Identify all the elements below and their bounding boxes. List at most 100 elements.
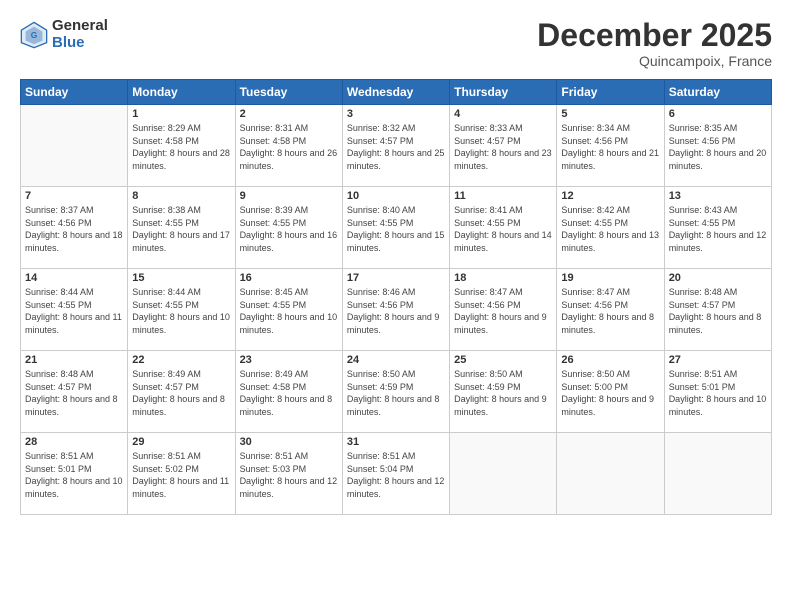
calendar-cell <box>450 433 557 515</box>
day-number: 30 <box>240 436 338 448</box>
day-info: Sunrise: 8:39 AMSunset: 4:55 PMDaylight:… <box>240 204 338 254</box>
day-number: 3 <box>347 108 445 120</box>
calendar-cell: 7 Sunrise: 8:37 AMSunset: 4:56 PMDaylight… <box>21 187 128 269</box>
day-info: Sunrise: 8:33 AMSunset: 4:57 PMDaylight:… <box>454 122 552 172</box>
day-info: Sunrise: 8:51 AMSunset: 5:03 PMDaylight:… <box>240 450 338 500</box>
day-number: 1 <box>132 108 230 120</box>
day-number: 2 <box>240 108 338 120</box>
day-number: 9 <box>240 190 338 202</box>
calendar-cell: 13 Sunrise: 8:43 AMSunset: 4:55 PMDayligh… <box>664 187 771 269</box>
day-info: Sunrise: 8:46 AMSunset: 4:56 PMDaylight:… <box>347 286 445 336</box>
calendar-cell: 29Sunrise: 8:51 AMSunset: 5:02 PMDayligh… <box>128 433 235 515</box>
day-info: Sunrise: 8:29 AMSunset: 4:58 PMDaylight:… <box>132 122 230 172</box>
calendar-cell: 18 Sunrise: 8:47 AMSunset: 4:56 PMDayligh… <box>450 269 557 351</box>
day-info: Sunrise: 8:47 AMSunset: 4:56 PMDaylight:… <box>561 286 659 336</box>
calendar-week-row: 21 Sunrise: 8:48 AMSunset: 4:57 PMDayligh… <box>21 351 772 433</box>
day-info: Sunrise: 8:51 AMSunset: 5:01 PMDaylight:… <box>669 368 767 418</box>
calendar-week-row: 14Sunrise: 8:44 AMSunset: 4:55 PMDayligh… <box>21 269 772 351</box>
day-number: 31 <box>347 436 445 448</box>
calendar-cell: 10Sunrise: 8:40 AMSunset: 4:55 PMDayligh… <box>342 187 449 269</box>
calendar-cell: 2 Sunrise: 8:31 AMSunset: 4:58 PMDaylight… <box>235 105 342 187</box>
weekday-header: Thursday <box>450 80 557 105</box>
day-number: 24 <box>347 354 445 366</box>
weekday-header: Saturday <box>664 80 771 105</box>
day-info: Sunrise: 8:38 AMSunset: 4:55 PMDaylight:… <box>132 204 230 254</box>
day-number: 7 <box>25 190 123 202</box>
weekday-row: SundayMondayTuesdayWednesdayThursdayFrid… <box>21 80 772 105</box>
page: G General Blue December 2025 Quincampoix… <box>0 0 792 612</box>
calendar-cell: 16Sunrise: 8:45 AMSunset: 4:55 PMDayligh… <box>235 269 342 351</box>
calendar-cell: 31 Sunrise: 8:51 AMSunset: 5:04 PMDayligh… <box>342 433 449 515</box>
day-info: Sunrise: 8:40 AMSunset: 4:55 PMDaylight:… <box>347 204 445 254</box>
calendar-cell: 9 Sunrise: 8:39 AMSunset: 4:55 PMDaylight… <box>235 187 342 269</box>
calendar-cell: 17 Sunrise: 8:46 AMSunset: 4:56 PMDayligh… <box>342 269 449 351</box>
day-number: 25 <box>454 354 552 366</box>
calendar-cell <box>21 105 128 187</box>
day-number: 21 <box>25 354 123 366</box>
calendar-cell <box>664 433 771 515</box>
weekday-header: Sunday <box>21 80 128 105</box>
calendar-cell: 14Sunrise: 8:44 AMSunset: 4:55 PMDayligh… <box>21 269 128 351</box>
weekday-header: Wednesday <box>342 80 449 105</box>
calendar-cell: 3 Sunrise: 8:32 AMSunset: 4:57 PMDaylight… <box>342 105 449 187</box>
day-number: 4 <box>454 108 552 120</box>
header: G General Blue December 2025 Quincampoix… <box>20 18 772 69</box>
day-number: 29 <box>132 436 230 448</box>
calendar-cell: 8 Sunrise: 8:38 AMSunset: 4:55 PMDaylight… <box>128 187 235 269</box>
day-info: Sunrise: 8:45 AMSunset: 4:55 PMDaylight:… <box>240 286 338 336</box>
calendar-cell: 11Sunrise: 8:41 AMSunset: 4:55 PMDayligh… <box>450 187 557 269</box>
day-info: Sunrise: 8:44 AMSunset: 4:55 PMDaylight:… <box>25 286 123 336</box>
day-number: 13 <box>669 190 767 202</box>
calendar-header: SundayMondayTuesdayWednesdayThursdayFrid… <box>21 80 772 105</box>
weekday-header: Friday <box>557 80 664 105</box>
day-number: 27 <box>669 354 767 366</box>
day-number: 8 <box>132 190 230 202</box>
calendar-cell: 25Sunrise: 8:50 AMSunset: 4:59 PMDayligh… <box>450 351 557 433</box>
day-number: 15 <box>132 272 230 284</box>
calendar-cell <box>557 433 664 515</box>
calendar-week-row: 1 Sunrise: 8:29 AMSunset: 4:58 PMDaylight… <box>21 105 772 187</box>
day-number: 17 <box>347 272 445 284</box>
day-info: Sunrise: 8:47 AMSunset: 4:56 PMDaylight:… <box>454 286 552 336</box>
day-info: Sunrise: 8:51 AMSunset: 5:04 PMDaylight:… <box>347 450 445 500</box>
day-number: 6 <box>669 108 767 120</box>
month-title: December 2025 <box>537 18 772 53</box>
day-number: 20 <box>669 272 767 284</box>
day-info: Sunrise: 8:32 AMSunset: 4:57 PMDaylight:… <box>347 122 445 172</box>
calendar-cell: 22Sunrise: 8:49 AMSunset: 4:57 PMDayligh… <box>128 351 235 433</box>
day-number: 18 <box>454 272 552 284</box>
calendar-cell: 6 Sunrise: 8:35 AMSunset: 4:56 PMDaylight… <box>664 105 771 187</box>
day-info: Sunrise: 8:51 AMSunset: 5:01 PMDaylight:… <box>25 450 123 500</box>
day-info: Sunrise: 8:41 AMSunset: 4:55 PMDaylight:… <box>454 204 552 254</box>
calendar-cell: 28Sunrise: 8:51 AMSunset: 5:01 PMDayligh… <box>21 433 128 515</box>
day-number: 23 <box>240 354 338 366</box>
day-info: Sunrise: 8:31 AMSunset: 4:58 PMDaylight:… <box>240 122 338 172</box>
calendar-body: 1 Sunrise: 8:29 AMSunset: 4:58 PMDaylight… <box>21 105 772 515</box>
calendar-cell: 30 Sunrise: 8:51 AMSunset: 5:03 PMDayligh… <box>235 433 342 515</box>
day-info: Sunrise: 8:48 AMSunset: 4:57 PMDaylight:… <box>669 286 767 336</box>
calendar-cell: 1 Sunrise: 8:29 AMSunset: 4:58 PMDaylight… <box>128 105 235 187</box>
day-number: 26 <box>561 354 659 366</box>
day-info: Sunrise: 8:42 AMSunset: 4:55 PMDaylight:… <box>561 204 659 254</box>
day-number: 12 <box>561 190 659 202</box>
calendar-cell: 15 Sunrise: 8:44 AMSunset: 4:55 PMDayligh… <box>128 269 235 351</box>
calendar-cell: 12 Sunrise: 8:42 AMSunset: 4:55 PMDayligh… <box>557 187 664 269</box>
day-info: Sunrise: 8:48 AMSunset: 4:57 PMDaylight:… <box>25 368 123 418</box>
calendar-cell: 27 Sunrise: 8:51 AMSunset: 5:01 PMDayligh… <box>664 351 771 433</box>
day-number: 19 <box>561 272 659 284</box>
day-info: Sunrise: 8:35 AMSunset: 4:56 PMDaylight:… <box>669 122 767 172</box>
calendar-cell: 19 Sunrise: 8:47 AMSunset: 4:56 PMDayligh… <box>557 269 664 351</box>
day-info: Sunrise: 8:49 AMSunset: 4:57 PMDaylight:… <box>132 368 230 418</box>
calendar-cell: 26 Sunrise: 8:50 AMSunset: 5:00 PMDayligh… <box>557 351 664 433</box>
svg-text:G: G <box>31 29 38 39</box>
logo: G General Blue <box>20 18 108 51</box>
day-info: Sunrise: 8:43 AMSunset: 4:55 PMDaylight:… <box>669 204 767 254</box>
weekday-header: Monday <box>128 80 235 105</box>
calendar-cell: 23Sunrise: 8:49 AMSunset: 4:58 PMDayligh… <box>235 351 342 433</box>
day-info: Sunrise: 8:44 AMSunset: 4:55 PMDaylight:… <box>132 286 230 336</box>
day-info: Sunrise: 8:37 AMSunset: 4:56 PMDaylight:… <box>25 204 123 254</box>
calendar-cell: 5Sunrise: 8:34 AMSunset: 4:56 PMDaylight… <box>557 105 664 187</box>
weekday-header: Tuesday <box>235 80 342 105</box>
calendar-cell: 20 Sunrise: 8:48 AMSunset: 4:57 PMDayligh… <box>664 269 771 351</box>
day-info: Sunrise: 8:50 AMSunset: 5:00 PMDaylight:… <box>561 368 659 418</box>
